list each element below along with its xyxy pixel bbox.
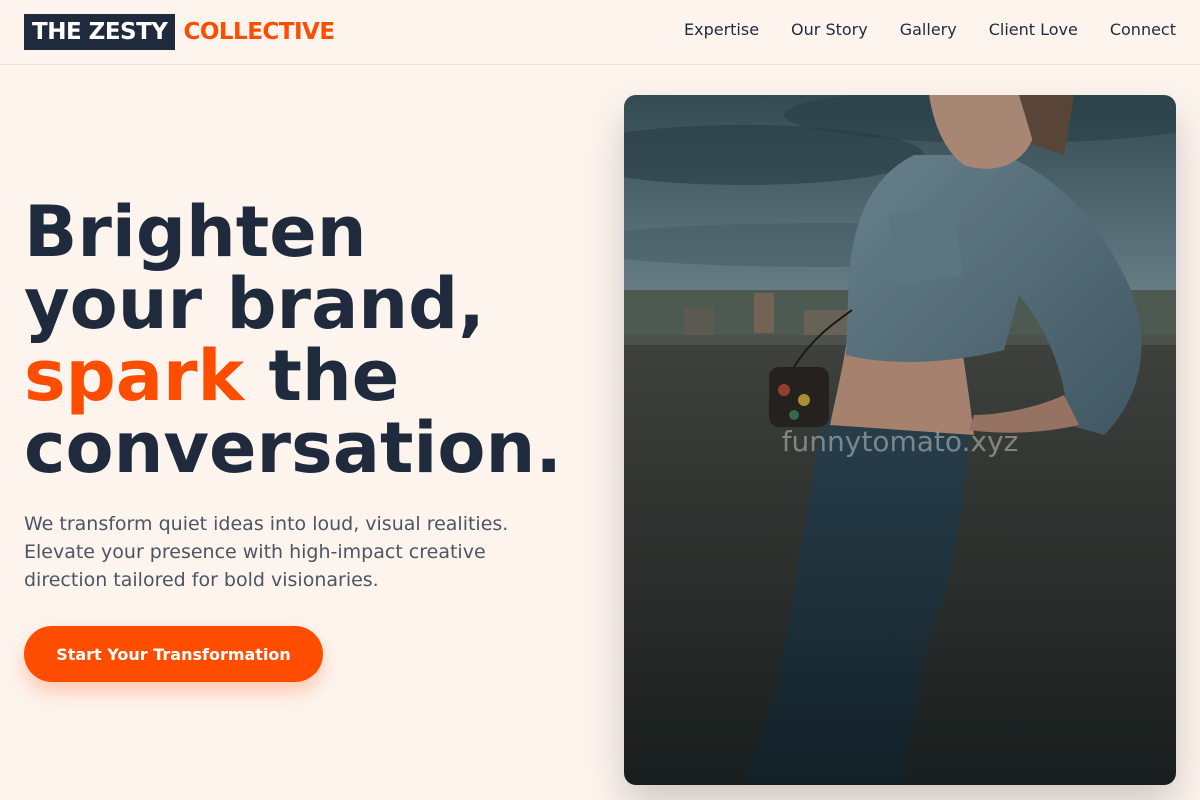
nav-link-gallery[interactable]: Gallery [900, 20, 957, 40]
headline-line-3-rest: the [244, 335, 400, 417]
nav-link-expertise[interactable]: Expertise [684, 20, 759, 40]
headline-line-4: conversation. [24, 407, 562, 489]
brand-logo[interactable]: THE ZESTY COLLECTIVE [24, 14, 335, 50]
hero-lead-text: We transform quiet ideas into loud, visu… [24, 513, 509, 591]
headline-line-2: your brand, [24, 263, 485, 345]
start-transformation-button[interactable]: Start Your Transformation [24, 626, 323, 682]
hero-photo: funnytomato.xyz [624, 95, 1176, 785]
nav-link-connect[interactable]: Connect [1110, 20, 1176, 40]
headline-accent-word: spark [24, 335, 245, 417]
headline-line-1: Brighten [24, 191, 367, 273]
nav-link-our-story[interactable]: Our Story [791, 20, 868, 40]
main-nav: Expertise Our Story Gallery Client Love … [684, 20, 1176, 40]
brand-name-accent: COLLECTIVE [183, 19, 335, 45]
site-header: THE ZESTY COLLECTIVE Expertise Our Story… [0, 0, 1200, 65]
photo-watermark: funnytomato.xyz [781, 425, 1019, 458]
nav-link-client-love[interactable]: Client Love [989, 20, 1078, 40]
brand-name-box: THE ZESTY [24, 14, 176, 50]
hero-headline: Brighten your brand, spark the conversat… [24, 196, 562, 484]
